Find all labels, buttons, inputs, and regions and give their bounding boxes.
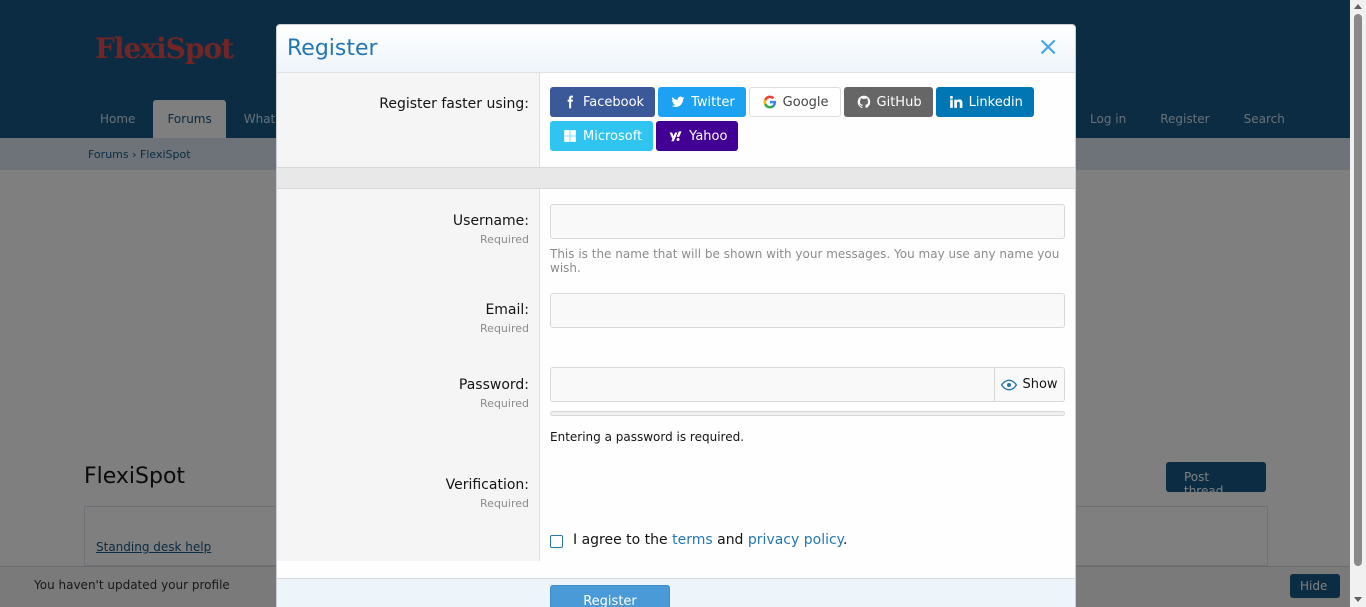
email-required-hint: Required bbox=[480, 322, 529, 335]
linkedin-label: Linkedin bbox=[968, 94, 1023, 110]
dialog-footer: Register bbox=[277, 578, 1075, 607]
verification-label: Verification: bbox=[445, 477, 529, 493]
agree-suffix: . bbox=[842, 532, 848, 548]
google-label: Google bbox=[782, 94, 829, 110]
password-label: Password: bbox=[458, 377, 529, 393]
agree-and: and bbox=[717, 532, 744, 548]
show-password-label: Show bbox=[1022, 377, 1058, 392]
social-register-label: Register faster using: bbox=[379, 96, 529, 112]
close-icon[interactable]: × bbox=[1037, 34, 1059, 60]
google-icon bbox=[763, 95, 776, 109]
terms-link[interactable]: terms bbox=[672, 532, 713, 548]
agree-prefix: I agree to the bbox=[573, 532, 668, 548]
facebook-label: Facebook bbox=[583, 94, 645, 110]
facebook-icon bbox=[567, 95, 573, 109]
password-required-hint: Required bbox=[480, 397, 529, 410]
yahoo-label: Yahoo bbox=[689, 128, 728, 144]
github-label: GitHub bbox=[876, 94, 922, 110]
linkedin-login-button[interactable]: Linkedin bbox=[935, 87, 1034, 117]
email-input[interactable] bbox=[550, 293, 1065, 328]
form-separator bbox=[277, 168, 1075, 189]
password-input[interactable] bbox=[551, 368, 995, 401]
email-label: Email: bbox=[485, 302, 529, 318]
yahoo-login-button[interactable]: Yahoo bbox=[656, 121, 739, 151]
agree-text: I agree to the terms and privacy policy. bbox=[573, 532, 847, 548]
github-login-button[interactable]: GitHub bbox=[843, 87, 933, 117]
username-input[interactable] bbox=[550, 204, 1065, 239]
twitter-icon bbox=[671, 96, 685, 108]
password-strength-message: Entering a password is required. bbox=[550, 430, 745, 444]
scroll-up-arrow-icon[interactable] bbox=[1354, 4, 1362, 9]
github-icon bbox=[857, 95, 870, 109]
eye-icon bbox=[1001, 379, 1018, 390]
agree-checkbox[interactable] bbox=[550, 535, 563, 548]
verification-row: Verification: Required bbox=[277, 453, 1075, 518]
twitter-label: Twitter bbox=[691, 94, 735, 110]
username-label: Username: bbox=[452, 213, 529, 229]
microsoft-label: Microsoft bbox=[583, 128, 643, 144]
scroll-thumb[interactable] bbox=[1354, 14, 1362, 566]
username-row: Username: Required This is the name that… bbox=[277, 189, 1075, 278]
social-register-row: Register faster using: Facebook Twitter bbox=[277, 73, 1075, 168]
dialog-header: Register × bbox=[277, 25, 1075, 73]
page-scrollbar[interactable] bbox=[1350, 0, 1366, 607]
twitter-login-button[interactable]: Twitter bbox=[658, 87, 746, 117]
yahoo-icon bbox=[669, 131, 682, 142]
google-login-button[interactable]: Google bbox=[748, 87, 841, 117]
microsoft-login-button[interactable]: Microsoft bbox=[550, 121, 654, 151]
password-strength-meter bbox=[550, 411, 1065, 416]
email-row: Email: Required bbox=[277, 278, 1075, 353]
username-explain: This is the name that will be shown with… bbox=[550, 247, 1060, 275]
agree-row: I agree to the terms and privacy policy. bbox=[277, 518, 1075, 561]
scroll-down-arrow-icon[interactable] bbox=[1354, 597, 1362, 602]
dialog-title: Register bbox=[287, 36, 378, 61]
linkedin-icon bbox=[949, 95, 962, 108]
privacy-policy-link[interactable]: privacy policy bbox=[748, 532, 843, 548]
captcha-area bbox=[540, 453, 1075, 518]
register-dialog: Register × Register faster using: Facebo… bbox=[276, 24, 1076, 607]
username-required-hint: Required bbox=[480, 233, 529, 246]
verification-required-hint: Required bbox=[480, 497, 529, 510]
register-submit-button[interactable]: Register bbox=[550, 585, 670, 607]
password-row: Password: Required Show Entering a passw… bbox=[277, 353, 1075, 453]
show-password-toggle[interactable]: Show bbox=[995, 368, 1064, 401]
microsoft-icon bbox=[564, 130, 576, 142]
password-field: Show bbox=[550, 367, 1065, 402]
facebook-login-button[interactable]: Facebook bbox=[550, 87, 656, 117]
